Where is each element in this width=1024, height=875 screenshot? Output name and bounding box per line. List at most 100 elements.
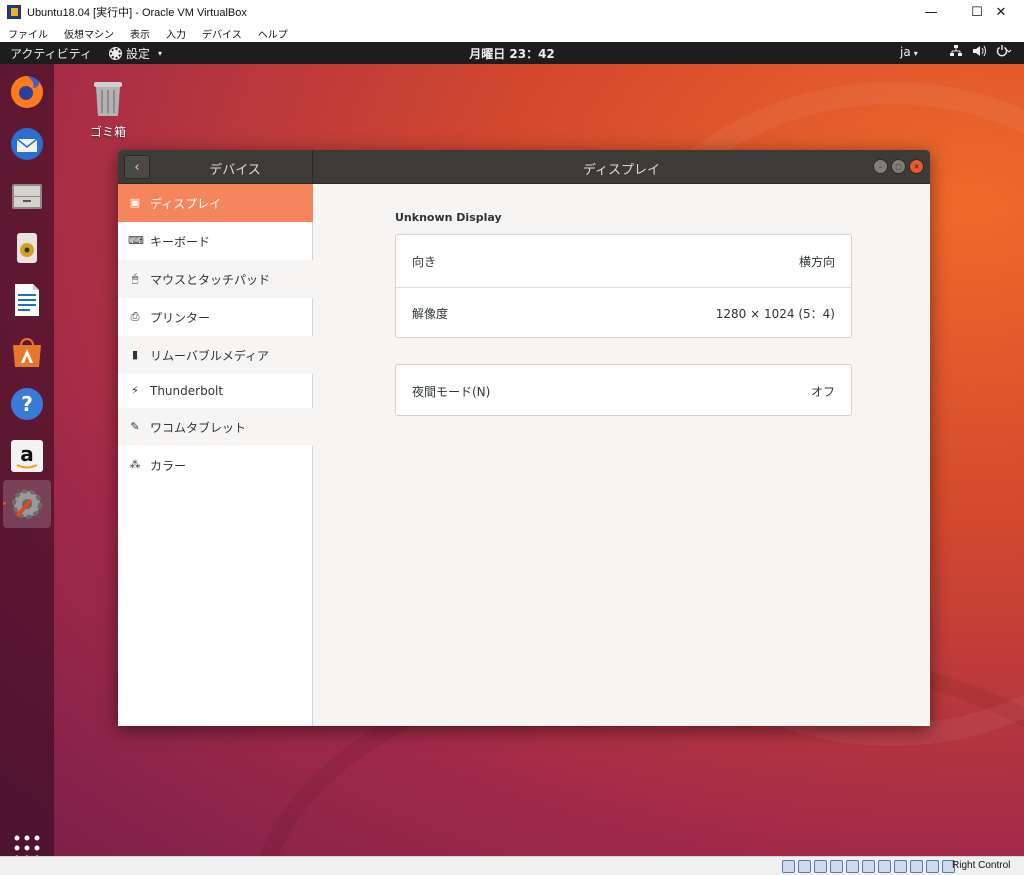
menu-help[interactable]: ヘルプ xyxy=(250,26,296,41)
audio-icon[interactable] xyxy=(814,860,827,873)
night-mode-row[interactable]: 夜間モード(N) オフ xyxy=(396,365,851,417)
display-icon: ▣ xyxy=(129,196,141,209)
dock-writer[interactable] xyxy=(3,276,51,324)
host-menubar: ファイル 仮想マシン 表示 入力 デバイス ヘルプ xyxy=(0,24,1024,42)
window-maximize-button[interactable]: □ xyxy=(891,159,906,174)
sidebar-item-label: Thunderbolt xyxy=(150,384,224,398)
hard-disk-icon[interactable] xyxy=(782,860,795,873)
window-controls: – □ ✕ xyxy=(873,159,924,174)
sidebar-item-display[interactable]: ▣ ディスプレイ xyxy=(118,184,313,222)
chevron-down-icon: ▾ xyxy=(913,49,918,58)
rhythmbox-icon xyxy=(17,233,37,263)
dock-rhythmbox[interactable] xyxy=(3,224,51,272)
thunderbolt-icon: ⚡ xyxy=(131,384,139,397)
resolution-label: 解像度 xyxy=(412,307,449,321)
window-close-button[interactable]: ✕ xyxy=(909,159,924,174)
mouse-icon: 🖱 xyxy=(131,272,139,285)
shared-folder-icon[interactable] xyxy=(862,860,875,873)
sidebar-item-wacom-tablet[interactable]: ✎ ワコムタブレット xyxy=(118,408,313,446)
virtualization-icon[interactable] xyxy=(910,860,923,873)
optical-drive-icon[interactable] xyxy=(798,860,811,873)
clock[interactable]: 月曜日 23：42 xyxy=(0,45,1024,62)
host-window-title: Ubuntu18.04 [実行中] - Oracle VM VirtualBox xyxy=(27,7,247,19)
sidebar-item-label: ディスプレイ xyxy=(150,196,222,211)
dock-amazon[interactable]: a xyxy=(3,432,51,480)
night-mode-label: 夜間モード(N) xyxy=(412,384,491,399)
sidebar-item-printers[interactable]: ⎙ プリンター xyxy=(118,298,313,336)
sidebar-item-label: ワコムタブレット xyxy=(150,420,247,435)
language-label: ja xyxy=(900,45,911,59)
amazon-icon: a xyxy=(11,440,43,472)
orientation-value: 横方向 xyxy=(798,254,835,269)
menu-machine[interactable]: 仮想マシン xyxy=(56,26,122,41)
dock-firefox[interactable] xyxy=(3,68,51,116)
tablet-icon: ✎ xyxy=(130,420,140,433)
dock-settings[interactable] xyxy=(3,480,51,528)
dock: ? a xyxy=(0,64,54,856)
header-sidebar-part: ‹ デバイス xyxy=(118,150,313,184)
host-titlebar: Ubuntu18.04 [実行中] - Oracle VM VirtualBox… xyxy=(0,0,1024,24)
keyboard-icon: ⌨ xyxy=(128,234,144,247)
status-icons xyxy=(782,860,955,873)
sidebar-item-mouse[interactable]: 🖱 マウスとタッチパッド xyxy=(118,260,313,298)
resolution-row[interactable]: 解像度 1280 × 1024 (5：4) xyxy=(396,287,851,339)
network-status-icon[interactable] xyxy=(830,860,843,873)
language-indicator[interactable]: ja ▾ xyxy=(900,45,918,59)
sidebar-item-keyboard[interactable]: ⌨ キーボード xyxy=(118,222,313,260)
show-applications-button[interactable] xyxy=(3,824,51,856)
resolution-value: 1280 × 1024 (5：4) xyxy=(715,307,835,321)
libreoffice-writer-icon xyxy=(15,284,39,316)
settings-window: ‹ デバイス ディスプレイ – □ ✕ ▣ ディスプレイ ⌨ キーボード 🖱 マ… xyxy=(118,150,930,726)
svg-text:a: a xyxy=(20,442,34,466)
running-indicator xyxy=(3,502,6,505)
sidebar-item-thunderbolt[interactable]: ⚡ Thunderbolt xyxy=(118,374,313,408)
back-button[interactable]: ‹ xyxy=(124,155,150,179)
settings-icon xyxy=(12,489,42,519)
host-key-label: Right Control xyxy=(952,860,1011,871)
settings-sidebar: ▣ ディスプレイ ⌨ キーボード 🖱 マウスとタッチパッド ⎙ プリンター ▮ … xyxy=(118,184,313,726)
page-title: ディスプレイ xyxy=(582,163,661,178)
menu-devices[interactable]: デバイス xyxy=(194,26,250,41)
sidebar-item-removable-media[interactable]: ▮ リムーバブルメディア xyxy=(118,336,313,374)
orientation-label: 向き xyxy=(412,254,437,269)
dock-files[interactable] xyxy=(3,172,51,220)
display-settings-panel: 向き 横方向 解像度 1280 × 1024 (5：4) xyxy=(395,234,852,338)
usb-icon: ▮ xyxy=(131,348,139,361)
menu-view[interactable]: 表示 xyxy=(122,26,158,41)
orientation-row[interactable]: 向き 横方向 xyxy=(396,235,851,287)
display-status-icon[interactable] xyxy=(878,860,891,873)
sidebar-item-label: プリンター xyxy=(150,310,211,325)
trash-icon xyxy=(94,82,122,116)
minimize-button[interactable]: — xyxy=(908,0,954,24)
svg-text:?: ? xyxy=(21,392,33,416)
recording-icon[interactable] xyxy=(894,860,907,873)
sidebar-item-label: カラー xyxy=(150,458,187,473)
dock-help[interactable]: ? xyxy=(3,380,51,428)
ubuntu-software-icon xyxy=(13,338,41,367)
usb-status-icon[interactable] xyxy=(846,860,859,873)
gnome-top-bar: アクティビティ 設定 ▾ 月曜日 23：42 ja ▾ xyxy=(0,42,1024,64)
volume-icon[interactable] xyxy=(972,45,986,60)
color-icon: ⁂ xyxy=(129,458,141,471)
network-icon[interactable] xyxy=(950,45,962,60)
dock-software[interactable] xyxy=(3,328,51,376)
files-icon xyxy=(12,184,42,209)
mouse-integration-icon[interactable] xyxy=(926,860,939,873)
dock-thunderbird[interactable] xyxy=(3,120,51,168)
thunderbird-icon xyxy=(11,128,43,160)
window-minimize-button[interactable]: – xyxy=(873,159,888,174)
guest-desktop: アクティビティ 設定 ▾ 月曜日 23：42 ja ▾ ? a ゴミ箱 ‹ デバ… xyxy=(0,42,1024,856)
sidebar-item-label: キーボード xyxy=(150,234,211,249)
night-light-panel: 夜間モード(N) オフ xyxy=(395,364,852,416)
menu-input[interactable]: 入力 xyxy=(158,26,194,41)
printer-icon: ⎙ xyxy=(130,310,140,323)
power-icon[interactable] xyxy=(996,45,1012,60)
virtualbox-icon xyxy=(7,5,21,19)
close-button[interactable]: ✕ xyxy=(978,0,1024,24)
sidebar-item-label: リムーバブルメディア xyxy=(150,348,270,363)
window-header: ‹ デバイス ディスプレイ – □ ✕ xyxy=(118,150,930,184)
menu-file[interactable]: ファイル xyxy=(0,26,56,41)
sidebar-item-color[interactable]: ⁂ カラー xyxy=(118,446,313,484)
desktop-trash[interactable]: ゴミ箱 xyxy=(84,78,132,140)
display-name: Unknown Display xyxy=(395,211,502,224)
